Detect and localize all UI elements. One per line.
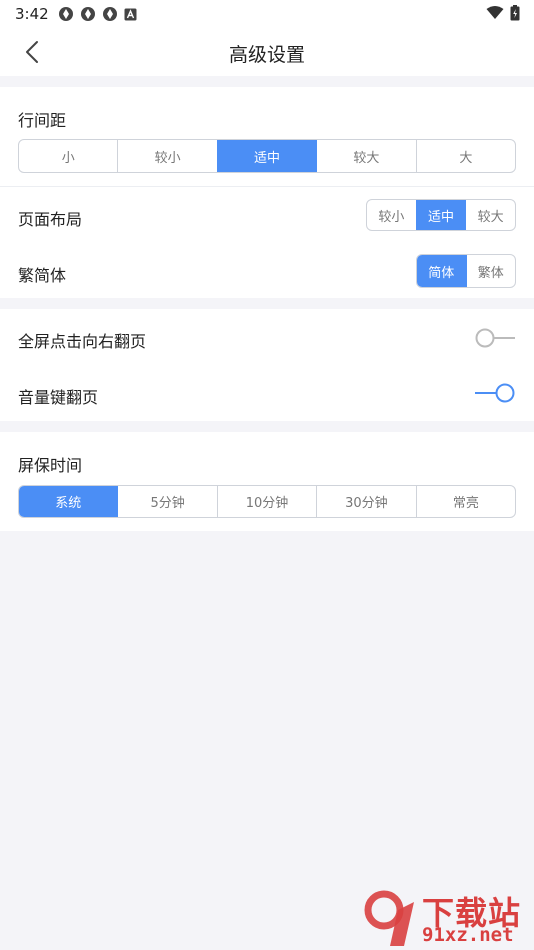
page-turn-section: 全屏点击向右翻页 音量键翻页	[0, 309, 534, 421]
status-time: 3:42	[15, 5, 49, 23]
volume-key-toggle[interactable]	[474, 381, 516, 405]
line-spacing-option-medium[interactable]: 适中	[216, 140, 317, 172]
header-bar: 高级设置	[0, 28, 534, 76]
screen-saver-option-always-on[interactable]: 常亮	[415, 486, 515, 517]
battery-icon	[510, 5, 520, 21]
script-option-simplified[interactable]: 简体	[417, 255, 466, 287]
line-spacing-option-small[interactable]: 小	[19, 140, 117, 172]
app-notification-icon	[103, 7, 117, 21]
page-layout-option-larger[interactable]: 较大	[465, 200, 515, 230]
status-bar: 3:42	[0, 0, 534, 28]
page-layout-selector: 较小 适中 较大	[366, 199, 516, 231]
script-type-label: 繁简体	[18, 266, 67, 285]
volume-key-label: 音量键翻页	[18, 388, 99, 407]
page-layout-label: 页面布局	[18, 210, 83, 229]
watermark-logo-icon	[364, 890, 414, 946]
line-spacing-option-large[interactable]: 大	[415, 140, 515, 172]
section-divider	[0, 186, 534, 187]
line-spacing-option-smaller[interactable]: 较小	[117, 140, 216, 172]
site-watermark: 下载站 91xz.net	[360, 888, 530, 950]
screen-saver-selector: 系统 5分钟 10分钟 30分钟 常亮	[18, 485, 516, 518]
page-layout-option-medium[interactable]: 适中	[415, 200, 466, 230]
screen-saver-option-system[interactable]: 系统	[19, 486, 118, 517]
script-option-traditional[interactable]: 繁体	[465, 255, 516, 287]
reading-layout-section: 行间距 小 较小 适中 较大 大 页面布局 较小 适中 较大 繁简体 简体 繁体	[0, 87, 534, 298]
app-notification-icon	[59, 7, 73, 21]
page-layout-option-smaller[interactable]: 较小	[367, 200, 416, 230]
wifi-icon	[486, 6, 504, 19]
screen-saver-option-30min[interactable]: 30分钟	[316, 486, 415, 517]
font-notification-icon	[124, 8, 137, 20]
fullscreen-tap-label: 全屏点击向右翻页	[18, 332, 147, 351]
system-icons	[486, 5, 520, 21]
screen-saver-option-10min[interactable]: 10分钟	[216, 486, 316, 517]
notification-icons	[58, 6, 137, 22]
line-spacing-selector: 小 较小 适中 较大 大	[18, 139, 516, 173]
screen-saver-section: 屏保时间 系统 5分钟 10分钟 30分钟 常亮	[0, 432, 534, 531]
line-spacing-option-larger[interactable]: 较大	[316, 140, 415, 172]
app-notification-icon	[81, 7, 95, 21]
page-title: 高级设置	[228, 44, 305, 66]
screen-saver-option-5min[interactable]: 5分钟	[117, 486, 216, 517]
fullscreen-tap-toggle[interactable]	[474, 326, 516, 350]
watermark-domain: 91xz.net	[422, 924, 514, 946]
script-type-selector: 简体 繁体	[416, 254, 516, 288]
screen-saver-label: 屏保时间	[18, 456, 83, 475]
line-spacing-label: 行间距	[18, 111, 67, 130]
